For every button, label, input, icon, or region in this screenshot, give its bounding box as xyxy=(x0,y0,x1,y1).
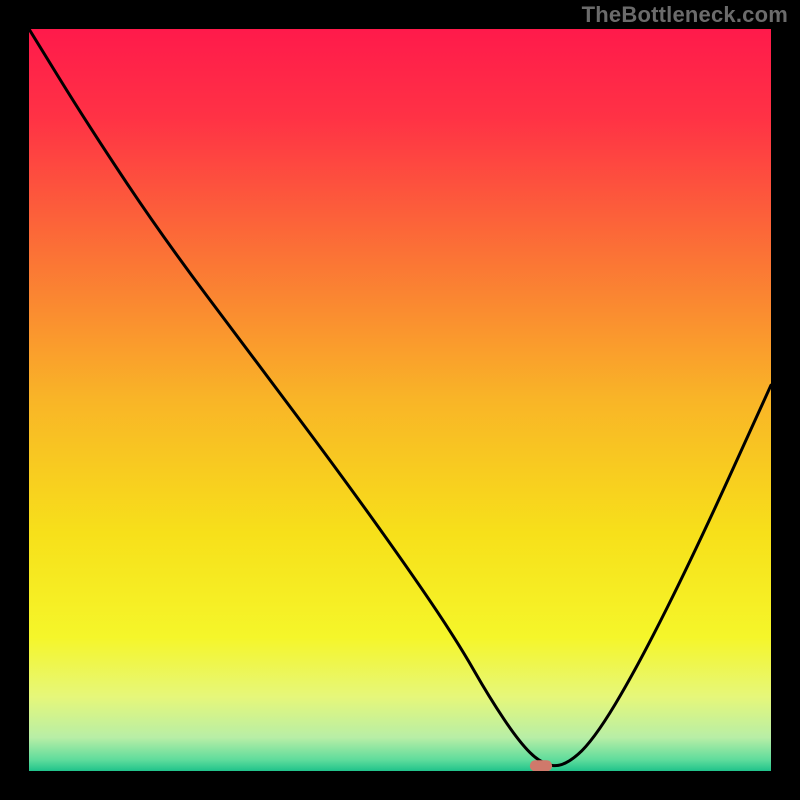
bottleneck-chart xyxy=(29,29,771,771)
marker-pill xyxy=(530,760,552,771)
watermark-text: TheBottleneck.com xyxy=(582,2,788,28)
plot-background xyxy=(29,29,771,771)
chart-frame: TheBottleneck.com xyxy=(0,0,800,800)
